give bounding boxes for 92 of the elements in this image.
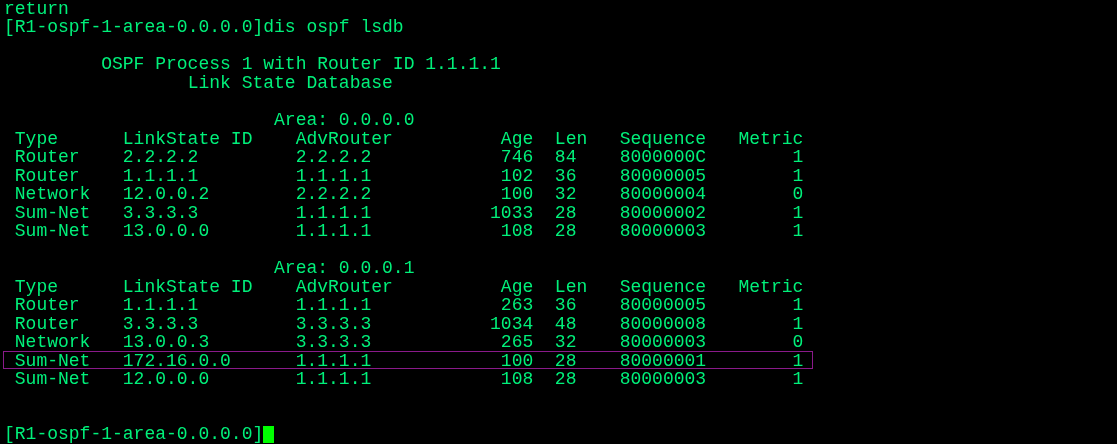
table-cell-text: Router xyxy=(14,166,81,186)
table-cell-text: 84 xyxy=(553,148,578,167)
table-cell-text: 1.1.1.1 xyxy=(295,203,373,223)
table-cell-text: 48 xyxy=(553,314,578,334)
column-header: Type xyxy=(14,129,59,149)
table-cell-text: 108 xyxy=(499,370,534,389)
table-cell-text: 80000002 xyxy=(619,203,708,223)
table-cell-text: 263 xyxy=(499,296,534,315)
table-cell-text: 12.0.0.0 xyxy=(122,370,211,389)
table-cell-text: 746 xyxy=(499,148,534,167)
table-cell-text: 1.1.1.1 xyxy=(295,166,373,186)
table-cell-text: 0 xyxy=(791,333,805,352)
table-cell-text: Sum-Net xyxy=(14,351,92,371)
table-cell-text: 102 xyxy=(499,166,534,186)
table-cell-text: 1034 xyxy=(489,314,534,334)
table-cell-text: 28 xyxy=(553,370,578,389)
table-cell-text: 1 xyxy=(791,166,805,186)
table-cell-text: 100 xyxy=(499,185,534,204)
table-cell-text: 1 xyxy=(791,296,805,315)
column-header: AdvRouter xyxy=(295,277,394,297)
table-cell-text: 1 xyxy=(791,314,805,334)
table-cell-text: 0 xyxy=(791,185,805,204)
table-cell-text: 80000001 xyxy=(619,351,708,371)
table-cell-text: 265 xyxy=(499,333,534,352)
command-prompt: [R1-ospf-1-area-0.0.0.0] xyxy=(4,425,264,444)
table-cell-text: Network xyxy=(14,185,92,204)
column-header: Age xyxy=(499,129,534,149)
column-header: LinkState ID xyxy=(122,277,254,297)
table-cell-text: Router xyxy=(14,314,81,334)
column-header: Len xyxy=(553,277,589,297)
table-cell-text: 2.2.2.2 xyxy=(295,185,373,204)
text-cursor xyxy=(263,426,275,444)
column-header: Sequence xyxy=(619,277,708,297)
table-cell-text: 1.1.1.1 xyxy=(295,351,373,371)
table-cell-text: 36 xyxy=(553,296,578,315)
column-header: Metric xyxy=(738,129,805,149)
table-cell-text: 172.16.0.0 xyxy=(122,351,232,371)
table-cell-text: 3.3.3.3 xyxy=(122,314,200,334)
table-cell-text: 3.3.3.3 xyxy=(295,314,373,334)
table-cell-text: 80000008 xyxy=(619,314,708,334)
terminal-line: [R1-ospf-1-area-0.0.0.0]dis ospf lsdb xyxy=(4,18,404,38)
column-header: Len xyxy=(553,129,589,149)
table-cell-text: 1 xyxy=(791,370,805,389)
table-cell-text: 80000005 xyxy=(619,296,708,315)
table-cell-text: 28 xyxy=(553,222,578,241)
table-cell-text: 2.2.2.2 xyxy=(122,148,200,167)
table-cell-text: Network xyxy=(14,333,92,352)
column-header: LinkState ID xyxy=(122,129,254,149)
database-subtitle: Link State Database xyxy=(187,73,393,93)
table-cell-text: Sum-Net xyxy=(14,370,92,389)
table-cell-text: 13.0.0.3 xyxy=(122,333,211,352)
table-cell-text: 1 xyxy=(791,203,805,223)
table-cell-text: 28 xyxy=(553,351,578,371)
column-header: Age xyxy=(499,277,534,297)
table-cell-text: 32 xyxy=(553,333,578,352)
table-cell-text: 1.1.1.1 xyxy=(122,166,200,186)
table-cell-text: 1 xyxy=(791,222,805,241)
table-cell-text: Router xyxy=(14,148,81,167)
table-cell-text: 108 xyxy=(499,222,534,241)
table-cell-text: 80000003 xyxy=(619,333,708,352)
table-cell-text: 12.0.0.2 xyxy=(122,185,211,204)
table-cell-text: 8000000C xyxy=(619,148,708,167)
terminal-line: return xyxy=(4,0,69,19)
table-cell-text: Sum-Net xyxy=(14,222,92,241)
table-cell-text: 3.3.3.3 xyxy=(295,333,373,352)
column-header: Sequence xyxy=(619,129,708,149)
column-header: AdvRouter xyxy=(295,129,394,149)
table-cell-text: 36 xyxy=(553,166,578,186)
table-cell-text: 1033 xyxy=(489,203,534,223)
table-cell-text: Router xyxy=(14,296,81,315)
table-cell-text: 13.0.0.0 xyxy=(122,222,211,241)
table-cell-text: 80000003 xyxy=(619,222,708,241)
table-cell-text: 1 xyxy=(791,148,805,167)
column-header: Metric xyxy=(738,277,805,297)
table-cell-text: 1 xyxy=(791,351,805,371)
table-cell-text: 1.1.1.1 xyxy=(295,222,373,241)
table-cell-text: 32 xyxy=(553,185,578,204)
table-cell-text: 80000004 xyxy=(619,185,708,204)
table-cell-text: 80000003 xyxy=(619,370,708,389)
table-cell-text: 28 xyxy=(553,203,578,223)
table-cell-text: 80000005 xyxy=(619,166,708,186)
area-label: Area: 0.0.0.0 xyxy=(274,110,415,130)
table-cell-text: Sum-Net xyxy=(14,203,92,223)
table-cell-text: 1.1.1.1 xyxy=(295,370,373,389)
database-title: OSPF Process 1 with Router ID 1.1.1.1 xyxy=(101,55,501,75)
table-cell-text: 3.3.3.3 xyxy=(122,203,200,223)
table-cell-text: 1.1.1.1 xyxy=(122,296,200,315)
column-header: Type xyxy=(14,277,59,297)
table-cell-text: 100 xyxy=(499,351,534,371)
area-label: Area: 0.0.0.1 xyxy=(274,258,415,278)
table-cell-text: 2.2.2.2 xyxy=(295,148,373,167)
table-cell-text: 1.1.1.1 xyxy=(295,296,373,315)
